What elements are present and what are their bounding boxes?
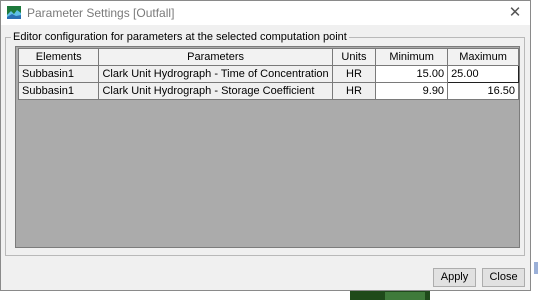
cell-minimum-input[interactable]: 15.00	[375, 65, 449, 83]
app-icon	[7, 6, 21, 19]
cell-maximum-input-editing[interactable]: 25.00	[447, 65, 519, 83]
cell-element[interactable]: Subbasin1	[17, 65, 100, 83]
column-header-elements[interactable]: Elements	[17, 48, 100, 66]
close-icon[interactable]: ✕	[504, 3, 526, 23]
cell-parameter[interactable]: Clark Unit Hydrograph - Time of Concentr…	[98, 65, 333, 83]
table-row: Subbasin1 Clark Unit Hydrograph - Storag…	[17, 82, 519, 100]
cell-units[interactable]: HR	[331, 65, 377, 83]
cell-minimum-input[interactable]: 9.90	[375, 82, 449, 100]
table-row: Subbasin1 Clark Unit Hydrograph - Time o…	[17, 65, 519, 83]
column-header-maximum[interactable]: Maximum	[447, 48, 519, 66]
background-map-fragment-2	[385, 292, 425, 300]
background-edge-fragment	[534, 262, 538, 274]
parameters-table-viewport[interactable]: Elements Parameters Units Minimum Maximu…	[15, 46, 520, 248]
cell-maximum-input[interactable]: 16.50	[447, 82, 519, 100]
column-header-minimum[interactable]: Minimum	[375, 48, 449, 66]
window-title: Parameter Settings [Outfall]	[27, 6, 175, 20]
table-header-row: Elements Parameters Units Minimum Maximu…	[17, 48, 519, 66]
close-button[interactable]: Close	[482, 268, 525, 287]
cell-units[interactable]: HR	[331, 82, 377, 100]
title-bar[interactable]: Parameter Settings [Outfall] ✕	[1, 1, 530, 25]
column-header-units[interactable]: Units	[331, 48, 377, 66]
cell-element[interactable]: Subbasin1	[17, 82, 100, 100]
parameters-table: Elements Parameters Units Minimum Maximu…	[17, 48, 519, 100]
apply-button[interactable]: Apply	[433, 268, 476, 287]
group-label: Editor configuration for parameters at t…	[11, 31, 349, 43]
cell-parameter[interactable]: Clark Unit Hydrograph - Storage Coeffici…	[98, 82, 333, 100]
column-header-parameters[interactable]: Parameters	[98, 48, 333, 66]
